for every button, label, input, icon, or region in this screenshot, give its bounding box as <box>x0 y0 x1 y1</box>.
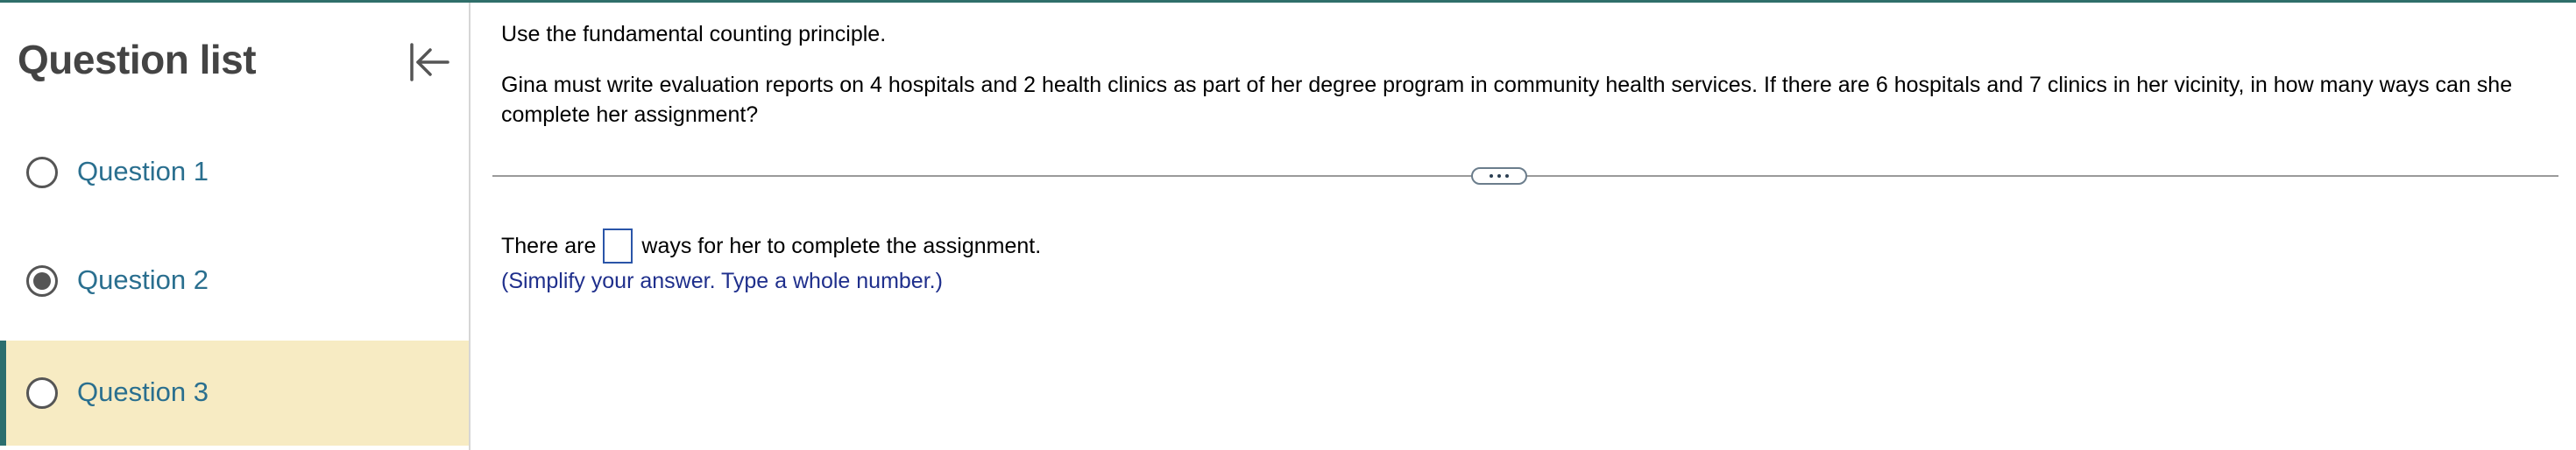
sidebar-title: Question list <box>18 37 257 82</box>
question-instruction: Use the fundamental counting principle. <box>501 22 887 46</box>
question-2-label: Question 2 <box>77 264 209 295</box>
more-dots-icon <box>1490 174 1493 178</box>
answer-input[interactable] <box>603 229 633 264</box>
question-panel: Use the fundamental counting principle. … <box>492 3 2558 450</box>
question-3-label: Question 3 <box>77 376 209 407</box>
more-dots-icon-dot <box>1497 174 1501 178</box>
question-item-1[interactable]: Question 1 <box>0 120 469 225</box>
answer-hint: (Simplify your answer. Type a whole numb… <box>501 269 943 293</box>
collapse-sidebar-button[interactable] <box>405 38 454 87</box>
more-dots-icon-dot <box>1505 174 1509 178</box>
answer-prefix: There are <box>501 233 597 258</box>
question-2-status-icon <box>26 265 58 297</box>
question-1-status-icon <box>26 157 58 188</box>
question-problem-text: Gina must write evaluation reports on 4 … <box>501 73 2513 127</box>
question-3-status-icon <box>26 377 58 409</box>
question-item-3[interactable]: Question 3 <box>0 341 469 446</box>
collapse-left-icon <box>410 43 449 81</box>
answer-suffix: ways for her to complete the assignment. <box>641 233 1042 258</box>
question-1-label: Question 1 <box>77 156 209 186</box>
expand-divider-button[interactable] <box>1471 167 1527 185</box>
question-list-sidebar: Question list Question 1 Question 2 Ques… <box>0 3 471 450</box>
answer-sentence: There are ways for her to complete the a… <box>501 229 1041 264</box>
question-item-2[interactable]: Question 2 <box>0 229 469 334</box>
